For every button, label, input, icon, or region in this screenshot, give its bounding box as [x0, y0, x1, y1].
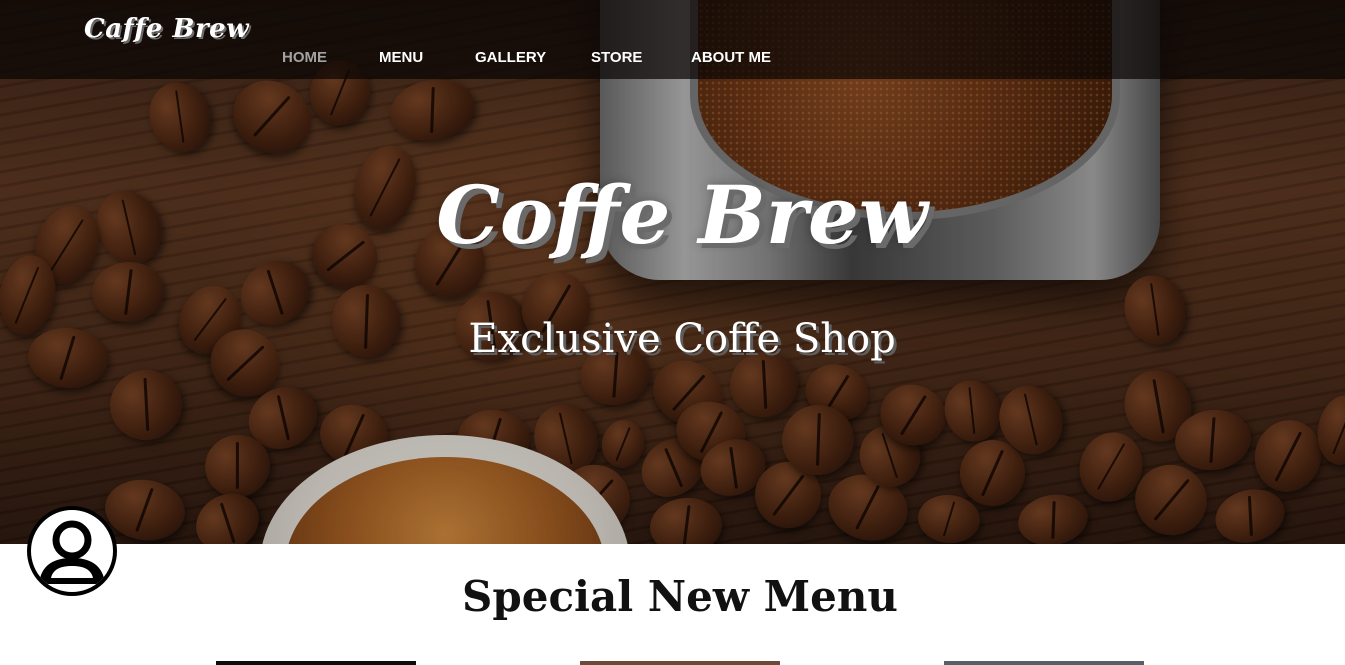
- nav-link-gallery[interactable]: GALLERY: [475, 49, 546, 66]
- nav-link-menu[interactable]: MENU: [379, 49, 423, 66]
- hero-overlay: [0, 0, 1345, 544]
- nav-link-home[interactable]: HOME: [282, 49, 327, 66]
- section-title-special-menu: Special New Menu: [462, 572, 898, 621]
- hero-subtitle: Exclusive Coffe Shop: [468, 316, 896, 362]
- menu-item-image[interactable]: [944, 661, 1144, 665]
- menu-item-image[interactable]: [580, 661, 780, 665]
- menu-item-image[interactable]: [216, 661, 416, 665]
- brand-logo[interactable]: Caffe Brew: [84, 14, 249, 44]
- nav-link-about-me[interactable]: ABOUT ME: [691, 49, 771, 66]
- hero-title: Coffe Brew: [436, 168, 928, 262]
- nav-link-store[interactable]: STORE: [591, 49, 642, 66]
- top-navbar: Caffe Brew HOME MENU GALLERY STORE ABOUT…: [0, 0, 1345, 79]
- hero-banner: Coffe Brew Exclusive Coffe Shop: [0, 0, 1345, 544]
